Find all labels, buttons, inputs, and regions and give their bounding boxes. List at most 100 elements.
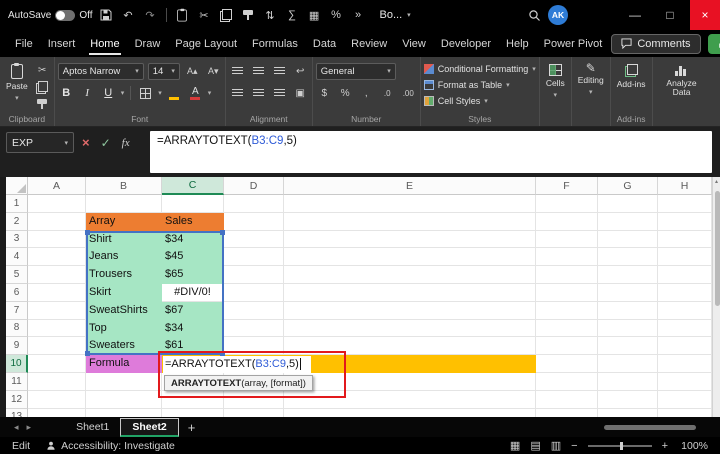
increase-decimal-button[interactable]: .00 <box>400 86 417 100</box>
cell-a1[interactable] <box>28 195 86 213</box>
cell-c7[interactable]: $67 <box>162 301 224 320</box>
cell-f10[interactable] <box>536 355 598 373</box>
menu-tab-developer[interactable]: Developer <box>434 32 498 56</box>
underline-chevron-icon[interactable]: ▾ <box>121 89 125 97</box>
cell-e11[interactable] <box>284 372 536 391</box>
cell-e13[interactable] <box>284 408 536 417</box>
cell-g1[interactable] <box>598 195 658 213</box>
comments-button[interactable]: Comments <box>611 33 701 54</box>
cell-g8[interactable] <box>598 319 658 338</box>
cell-styles-button[interactable]: Cell Styles ▾ <box>423 93 536 108</box>
align-bottom-button[interactable] <box>271 64 288 78</box>
cell-h6[interactable] <box>658 283 712 302</box>
cell-c5[interactable]: $65 <box>162 266 224 284</box>
close-button[interactable]: × <box>690 0 720 30</box>
cell-c3[interactable]: $34 <box>162 230 224 249</box>
align-middle-button[interactable] <box>250 64 267 78</box>
zoom-out-button[interactable]: − <box>571 440 577 452</box>
italic-button[interactable]: I <box>79 86 96 100</box>
workbook-chevron-icon[interactable]: ▾ <box>407 11 411 19</box>
cell-a10[interactable] <box>28 355 86 373</box>
autosum-icon[interactable]: ∑ <box>284 5 301 25</box>
comma-style-button[interactable]: , <box>358 86 375 100</box>
cell-a11[interactable] <box>28 372 86 391</box>
borders-chevron-icon[interactable]: ▾ <box>158 89 162 97</box>
cell-editor[interactable]: =ARRAYTOTEXT(B3:C9,5) <box>163 355 311 373</box>
cell-g11[interactable] <box>598 372 658 391</box>
cell-c2[interactable]: Sales <box>162 212 224 231</box>
cell-f1[interactable] <box>536 195 598 213</box>
cell-e6[interactable] <box>284 283 536 302</box>
format-painter-icon[interactable] <box>240 5 257 25</box>
sheet-tab-sheet2[interactable]: Sheet2 <box>120 417 179 437</box>
cell-a3[interactable] <box>28 230 86 249</box>
cell-b7[interactable]: SweatShirts <box>86 301 162 320</box>
vertical-scrollbar-thumb[interactable] <box>714 191 720 306</box>
normal-view-button[interactable]: ▦ <box>510 439 520 452</box>
cell-f8[interactable] <box>536 319 598 338</box>
insert-function-button[interactable]: fx <box>122 137 130 149</box>
cell-b12[interactable] <box>86 390 162 409</box>
sheet-nav-left-icon[interactable]: ◂ <box>10 422 23 433</box>
percent-icon[interactable]: % <box>328 5 345 25</box>
bold-button[interactable]: B <box>58 86 75 100</box>
cell-e3[interactable] <box>284 230 536 249</box>
cell-b3[interactable]: Shirt <box>86 230 162 249</box>
menu-tab-file[interactable]: File <box>8 32 40 56</box>
paste-icon[interactable] <box>174 5 191 25</box>
column-header-e[interactable]: E <box>284 177 536 195</box>
cell-d4[interactable] <box>224 248 284 267</box>
borders-button[interactable] <box>137 86 154 100</box>
cell-c1[interactable] <box>162 195 224 213</box>
menu-tab-page-layout[interactable]: Page Layout <box>168 32 244 56</box>
cell-g13[interactable] <box>598 408 658 417</box>
cell-b6[interactable]: Skirt <box>86 283 162 302</box>
name-box[interactable]: EXP ▾ <box>6 132 74 153</box>
format-painter-button[interactable] <box>34 97 51 111</box>
cell-g7[interactable] <box>598 301 658 320</box>
row-header-6[interactable]: 6 <box>6 283 28 302</box>
cell-d2[interactable] <box>224 212 284 231</box>
row-header-7[interactable]: 7 <box>6 301 28 320</box>
cell-h9[interactable] <box>658 337 712 356</box>
minimize-button[interactable]: — <box>620 0 650 30</box>
cell-g2[interactable] <box>598 212 658 231</box>
cell-a8[interactable] <box>28 319 86 338</box>
cell-c9[interactable]: $61 <box>162 337 224 356</box>
enter-button[interactable]: ✓ <box>101 136 111 150</box>
cell-b1[interactable] <box>86 195 162 213</box>
copy-icon[interactable] <box>218 5 235 25</box>
zoom-in-button[interactable]: + <box>662 440 668 452</box>
cell-f7[interactable] <box>536 301 598 320</box>
cell-g10[interactable] <box>598 355 658 373</box>
zoom-slider[interactable] <box>587 441 652 450</box>
format-as-table-button[interactable]: Format as Table ▾ <box>423 77 536 92</box>
cell-c12[interactable] <box>162 390 224 409</box>
cell-h4[interactable] <box>658 248 712 267</box>
cell-f9[interactable] <box>536 337 598 356</box>
copy-button[interactable] <box>34 80 51 94</box>
row-header-4[interactable]: 4 <box>6 248 28 267</box>
cell-a5[interactable] <box>28 266 86 284</box>
row-header-11[interactable]: 11 <box>6 372 28 391</box>
row-header-1[interactable]: 1 <box>6 195 28 213</box>
cell-h8[interactable] <box>658 319 712 338</box>
row-header-3[interactable]: 3 <box>6 230 28 249</box>
cell-d12[interactable] <box>224 390 284 409</box>
cancel-button[interactable]: × <box>82 135 90 150</box>
cell-d13[interactable] <box>224 408 284 417</box>
share-button[interactable]: Share ▾ <box>707 33 720 54</box>
cell-e9[interactable] <box>284 337 536 356</box>
cell-b10[interactable]: Formula <box>86 355 162 373</box>
font-size-select[interactable]: 14 ▾ <box>147 62 180 80</box>
conditional-formatting-button[interactable]: Conditional Formatting ▾ <box>423 61 536 76</box>
paste-button[interactable]: Paste ▾ <box>3 61 31 103</box>
addins-button[interactable]: Add-ins <box>614 61 649 89</box>
align-center-button[interactable] <box>250 86 267 100</box>
cell-h5[interactable] <box>658 266 712 284</box>
cell-b2[interactable]: Array <box>86 212 162 231</box>
formula-input[interactable]: =ARRAYTOTEXT(B3:C9,5) <box>150 131 712 173</box>
cell-f6[interactable] <box>536 283 598 302</box>
row-header-12[interactable]: 12 <box>6 390 28 409</box>
menu-tab-data[interactable]: Data <box>306 32 343 56</box>
